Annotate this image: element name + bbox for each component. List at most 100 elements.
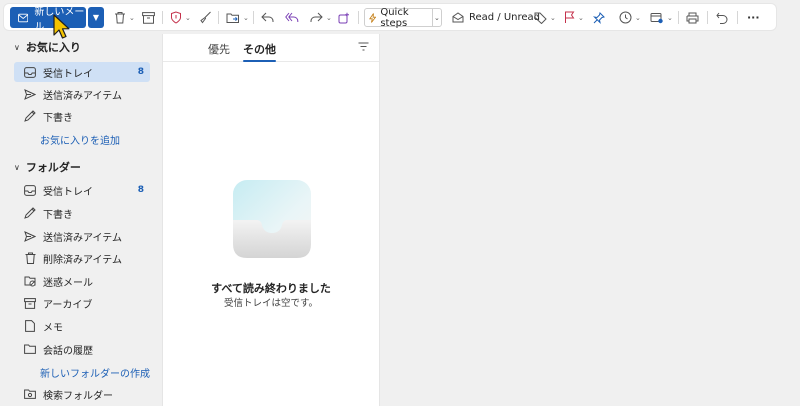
sidebar-item-archive[interactable]: アーカイブ: [14, 293, 150, 313]
junk-icon: [24, 275, 36, 287]
pin-button[interactable]: [593, 8, 605, 27]
inbox-icon: [24, 66, 36, 78]
sidebar-item-label: 送信済みアイテム: [43, 232, 122, 244]
empty-state-subtitle: 受信トレイは空です。: [223, 298, 319, 309]
empty-inbox-illustration: [233, 180, 311, 258]
inbox-icon: [24, 184, 36, 196]
empty-state-title: すべて読み終わりました: [211, 282, 331, 295]
broom-icon: [200, 11, 211, 24]
sidebar-item-label: 削除済みアイテム: [43, 254, 122, 266]
sidebar-item-label: 受信トレイ: [43, 68, 93, 80]
undo-button[interactable]: [716, 8, 728, 27]
sidebar-item-label: 送信済みアイテム: [43, 90, 122, 102]
add-favorite-link[interactable]: お気に入りを追加: [40, 132, 120, 147]
favorites-header-label: お気に入り: [25, 41, 81, 54]
quick-steps-button[interactable]: Quick steps ⌄: [364, 6, 442, 29]
filter-icon[interactable]: [358, 42, 369, 51]
sidebar-item-deleted[interactable]: 削除済みアイテム: [14, 248, 150, 268]
apps-button[interactable]: [338, 8, 350, 27]
archive-button[interactable]: [142, 8, 155, 27]
sidebar-item-junk[interactable]: 迷惑メール: [14, 271, 150, 291]
folders-header-label: フォルダー: [25, 161, 81, 174]
snooze-button[interactable]: ⌄: [619, 8, 641, 27]
sidebar-item-drafts[interactable]: 下書き: [14, 203, 150, 223]
more-options-button[interactable]: ···: [747, 8, 760, 27]
toolbar-divider: [707, 11, 708, 24]
apps-icon: [338, 12, 349, 23]
favorites-header[interactable]: ∨ お気に入り: [14, 38, 81, 56]
chevron-down-icon: ⌄: [578, 13, 584, 22]
reading-pane: [381, 34, 800, 406]
shield-icon: [171, 11, 181, 24]
flag-icon: [565, 11, 575, 23]
sweep-button[interactable]: [199, 8, 212, 27]
print-button[interactable]: [686, 8, 699, 27]
rules-icon: [650, 12, 663, 23]
inbox-tabs: 優先 その他: [163, 34, 379, 62]
sidebar-item-sent[interactable]: 送信済みアイテム: [14, 226, 150, 246]
sidebar-item-label: アーカイブ: [43, 299, 93, 311]
reply-all-icon: [285, 12, 299, 22]
more-icon: ···: [747, 11, 760, 24]
tag-icon: [534, 12, 547, 24]
mail-icon: [18, 13, 29, 22]
move-to-button[interactable]: ⌄: [226, 8, 249, 27]
sidebar-item-label: 検索フォルダー: [43, 390, 113, 402]
chevron-down-icon: ⌄: [667, 13, 673, 22]
chevron-down-icon: ⌄: [129, 13, 135, 22]
tab-focused[interactable]: 優先: [208, 41, 230, 57]
sidebar-item-favorite-sent[interactable]: 送信済みアイテム: [14, 84, 150, 104]
sidebar-item-label: メモ: [43, 322, 63, 334]
chevron-down-icon: ⌄: [550, 13, 556, 22]
reply-icon: [261, 12, 274, 22]
rules-button[interactable]: ⌄: [650, 8, 673, 27]
chevron-down-icon: ∨: [14, 42, 20, 52]
sidebar-item-conversation-history[interactable]: 会話の履歴: [14, 339, 150, 359]
toolbar-divider: [737, 11, 738, 24]
send-icon: [24, 230, 36, 242]
sidebar-item-notes[interactable]: メモ: [14, 316, 150, 336]
undo-icon: [716, 12, 728, 24]
flag-button[interactable]: ⌄: [564, 8, 584, 27]
sidebar-item-favorite-inbox[interactable]: 受信トレイ 8: [14, 62, 150, 82]
sidebar-item-label: 下書き: [43, 209, 73, 221]
forward-icon: [310, 12, 323, 22]
read-unread-button[interactable]: Read / Unread: [452, 8, 540, 27]
folder-pane: ∨ お気に入り 受信トレイ 8 送信済みアイテム 下書き お気に入りを追加 ∨ …: [0, 34, 160, 406]
lightning-icon: [369, 12, 377, 23]
note-icon: [24, 320, 36, 332]
reply-all-button[interactable]: [285, 8, 299, 27]
forward-button[interactable]: ⌄: [310, 8, 332, 27]
report-button[interactable]: ⌄: [170, 8, 191, 27]
sidebar-item-label: 受信トレイ: [43, 186, 93, 198]
folders-header[interactable]: ∨ フォルダー: [14, 158, 81, 176]
new-folder-link[interactable]: 新しいフォルダーの作成: [40, 365, 150, 380]
unread-count-badge: 8: [137, 185, 144, 195]
new-mail-button[interactable]: 新しいメール: [10, 7, 86, 33]
tab-other[interactable]: その他: [243, 41, 276, 62]
categorize-button[interactable]: ⌄: [534, 8, 556, 27]
draft-icon: [24, 207, 36, 219]
delete-button[interactable]: ⌄: [114, 8, 135, 27]
quick-steps-label: Quick steps: [380, 6, 409, 29]
clock-icon: [619, 11, 632, 24]
sidebar-item-favorite-drafts[interactable]: 下書き: [14, 106, 150, 126]
toolbar-divider: [253, 11, 254, 24]
toolbar-divider: [678, 11, 679, 24]
chevron-down-icon[interactable]: ⌄: [431, 9, 441, 26]
sidebar-item-search-folders[interactable]: 検索フォルダー: [14, 384, 150, 404]
message-list: 優先 その他 すべて読み終わりました 受信トレイは空です。: [162, 34, 380, 406]
pin-icon: [593, 11, 605, 24]
send-icon: [24, 88, 36, 100]
chevron-down-icon: ▼: [92, 13, 100, 22]
sidebar-item-label: 迷惑メール: [43, 277, 93, 289]
sidebar-item-inbox[interactable]: 受信トレイ 8: [14, 180, 150, 200]
folder-icon: [24, 343, 36, 355]
chevron-down-icon: ⌄: [326, 13, 332, 22]
ribbon-toolbar: 新しいメール ▼ ⌄ ⌄ ⌄ ⌄ Quick steps ⌄ Read / Un…: [4, 4, 776, 33]
reply-button[interactable]: [261, 8, 274, 27]
toolbar-divider: [358, 11, 359, 24]
chevron-down-icon: ⌄: [185, 13, 191, 22]
new-mail-dropdown-button[interactable]: ▼: [88, 7, 104, 28]
toolbar-divider: [162, 11, 163, 24]
